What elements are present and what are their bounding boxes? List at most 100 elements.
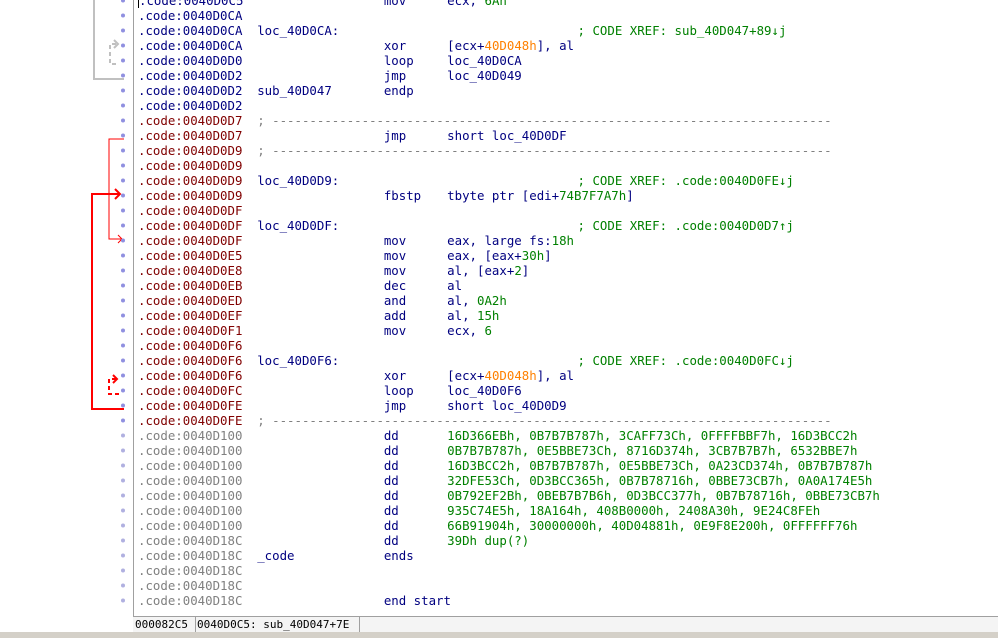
- listing-line[interactable]: .code:0040D0D9 loc_40D0D9: ; CODE XREF: .c…: [138, 173, 998, 188]
- line-address: .code:0040D0F6: [138, 338, 243, 353]
- instruction-operands[interactable]: 935C74E5h, 18A164h, 408B0000h, 2408A30h,…: [447, 503, 820, 518]
- code-label[interactable]: loc_40D0DF:: [257, 218, 339, 233]
- listing-line[interactable]: .code:0040D18C: [138, 578, 998, 593]
- instruction-operands[interactable]: 16D3BCC2h, 0B7B7B787h, 0E5BBE73Ch, 0A23C…: [447, 458, 872, 473]
- listing-line[interactable]: .code:0040D0E8 mov al, [eax+2]: [138, 263, 998, 278]
- listing-line[interactable]: .code:0040D0D2 sub_40D047 endp: [138, 83, 998, 98]
- listing-line[interactable]: .code:0040D0F6 xor [ecx+40D048h], al: [138, 368, 998, 383]
- instruction-operands[interactable]: short loc_40D0DF: [447, 128, 566, 143]
- numeric-operand: 935C74E5h, 18A164h, 408B0000h, 2408A30h,…: [447, 503, 821, 518]
- listing-line[interactable]: .code:0040D0ED and al, 0A2h: [138, 293, 998, 308]
- instruction-operands[interactable]: tbyte ptr [edi+74B7F7A7h]: [447, 188, 634, 203]
- instruction-operands[interactable]: 16D366EBh, 0B7B7B787h, 3CAFF73Ch, 0FFFFB…: [447, 428, 857, 443]
- instruction-operands[interactable]: eax, large fs:18h: [447, 233, 574, 248]
- listing-line[interactable]: .code:0040D0FE ; ------------------------…: [138, 413, 998, 428]
- listing-line[interactable]: .code:0040D0D0 loop loc_40D0CA: [138, 53, 998, 68]
- instruction-operands[interactable]: loc_40D049: [447, 68, 522, 83]
- instruction-mnemonic: endp: [383, 83, 414, 98]
- listing-line[interactable]: .code:0040D0F6: [138, 338, 998, 353]
- disassembly-listing[interactable]: .code:0040D0C5 mov ecx, 6Ah .code:0040D0CA.…: [133, 0, 998, 616]
- listing-line[interactable]: .code:0040D0E5 mov eax, [eax+30h]: [138, 248, 998, 263]
- operand-text: ]: [626, 188, 634, 203]
- instruction-operands[interactable]: al, 15h: [447, 308, 499, 323]
- bottom-scroll-strip: [0, 632, 998, 638]
- listing-line[interactable]: .code:0040D18C: [138, 563, 998, 578]
- listing-line[interactable]: .code:0040D0EB dec al: [138, 278, 998, 293]
- line-dot: [121, 0, 125, 3]
- line-dot: [121, 568, 125, 573]
- listing-line[interactable]: .code:0040D0D9: [138, 158, 998, 173]
- instruction-operands[interactable]: 66B91904h, 30000000h, 40D04881h, 0E9F8E2…: [447, 518, 857, 533]
- instruction-mnemonic: mov: [383, 248, 407, 263]
- status-file-offset: 000082C5: [133, 617, 196, 633]
- xref-comment[interactable]: ; CODE XREF: .code:0040D0FE↓j: [578, 173, 794, 188]
- instruction-operands[interactable]: al, [eax+2]: [447, 263, 529, 278]
- instruction-operands[interactable]: 0B792EF2Bh, 0BEB7B7B6h, 0D3BCC377h, 0B7B…: [447, 488, 880, 503]
- listing-line[interactable]: .code:0040D0DF: [138, 203, 998, 218]
- listing-line[interactable]: .code:0040D0D9 ; ------------------------…: [138, 143, 998, 158]
- instruction-operands[interactable]: [ecx+40D048h], al: [447, 368, 574, 383]
- numeric-operand: 18h: [551, 233, 574, 248]
- listing-line[interactable]: .code:0040D0F1 mov ecx, 6: [138, 323, 998, 338]
- listing-line[interactable]: .code:0040D18C dd 39Dh dup(?): [138, 533, 998, 548]
- listing-line[interactable]: .code:0040D0D7 jmp short loc_40D0DF: [138, 128, 998, 143]
- line-dot: [121, 388, 125, 393]
- listing-line[interactable]: .code:0040D0FC loop loc_40D0F6: [138, 383, 998, 398]
- listing-line[interactable]: .code:0040D18C _code ends: [138, 548, 998, 563]
- listing-line[interactable]: .code:0040D0C5 mov ecx, 6Ah: [138, 0, 998, 8]
- instruction-mnemonic: dd: [383, 518, 399, 533]
- listing-line[interactable]: .code:0040D0DF mov eax, large fs:18h: [138, 233, 998, 248]
- code-label[interactable]: loc_40D0CA:: [257, 23, 339, 38]
- numeric-operand: 74B7F7A7h: [559, 188, 627, 203]
- listing-line[interactable]: .code:0040D0D2 jmp loc_40D049: [138, 68, 998, 83]
- line-dot: [121, 13, 125, 18]
- xref-comment[interactable]: ; CODE XREF: sub_40D047+89↓j: [578, 23, 787, 38]
- line-address: .code:0040D18C: [138, 548, 243, 563]
- code-label[interactable]: loc_40D0F6:: [257, 353, 339, 368]
- listing-line[interactable]: .code:0040D100 dd 16D3BCC2h, 0B7B7B787h, 0…: [138, 458, 998, 473]
- xref-comment[interactable]: ; CODE XREF: .code:0040D0D7↑j: [578, 218, 794, 233]
- operand-text: short loc_40D0D9: [447, 398, 567, 413]
- listing-line[interactable]: .code:0040D100 dd 16D366EBh, 0B7B7B787h, 3…: [138, 428, 998, 443]
- listing-line[interactable]: .code:0040D0EF add al, 15h: [138, 308, 998, 323]
- arrow-gutter: [0, 0, 133, 632]
- instruction-operands[interactable]: ecx, 6: [447, 323, 492, 338]
- line-dot: [121, 283, 125, 288]
- listing-line[interactable]: .code:0040D0D7 ; ------------------------…: [138, 113, 998, 128]
- instruction-operands[interactable]: eax, [eax+30h]: [447, 248, 551, 263]
- code-label[interactable]: _code: [257, 548, 294, 563]
- instruction-operands[interactable]: 39Dh dup(?): [447, 533, 529, 548]
- operand-text: ], al: [536, 38, 575, 53]
- line-dot: [121, 343, 125, 348]
- listing-line[interactable]: .code:0040D0CA loc_40D0CA: ; CODE XREF: su…: [138, 23, 998, 38]
- listing-line[interactable]: .code:0040D100 dd 935C74E5h, 18A164h, 408B…: [138, 503, 998, 518]
- line-address: .code:0040D0D2: [138, 68, 243, 83]
- code-label[interactable]: sub_40D047: [257, 83, 332, 98]
- instruction-operands[interactable]: [ecx+40D048h], al: [447, 38, 574, 53]
- listing-line[interactable]: .code:0040D0D2: [138, 98, 998, 113]
- listing-line[interactable]: .code:0040D0F6 loc_40D0F6: ; CODE XREF: .c…: [138, 353, 998, 368]
- listing-line[interactable]: .code:0040D0FE jmp short loc_40D0D9: [138, 398, 998, 413]
- instruction-operands[interactable]: loc_40D0CA: [447, 53, 522, 68]
- listing-line[interactable]: .code:0040D0D9 fbstp tbyte ptr [edi+74B7F7…: [138, 188, 998, 203]
- listing-line[interactable]: .code:0040D100 dd 66B91904h, 30000000h, 40…: [138, 518, 998, 533]
- code-label[interactable]: loc_40D0D9:: [257, 173, 339, 188]
- instruction-operands[interactable]: 0B7B7B787h, 0E5BBE73Ch, 8716D374h, 3CB7B…: [447, 443, 857, 458]
- line-dot: [121, 133, 125, 138]
- listing-line[interactable]: .code:0040D0DF loc_40D0DF: ; CODE XREF: .c…: [138, 218, 998, 233]
- listing-line[interactable]: .code:0040D100 dd 0B792EF2Bh, 0BEB7B7B6h, …: [138, 488, 998, 503]
- line-address: .code:0040D18C: [138, 593, 243, 608]
- xref-comment[interactable]: ; CODE XREF: .code:0040D0FC↓j: [578, 353, 794, 368]
- listing-line[interactable]: .code:0040D100 dd 0B7B7B787h, 0E5BBE73Ch, …: [138, 443, 998, 458]
- instruction-operands[interactable]: loc_40D0F6: [447, 383, 522, 398]
- listing-line[interactable]: .code:0040D0CA xor [ecx+40D048h], al: [138, 38, 998, 53]
- instruction-operands[interactable]: al, 0A2h: [447, 293, 507, 308]
- instruction-operands[interactable]: short loc_40D0D9: [447, 398, 566, 413]
- instruction-operands[interactable]: al: [447, 278, 462, 293]
- listing-line[interactable]: .code:0040D18C end start: [138, 593, 998, 608]
- line-address: .code:0040D0CA: [138, 8, 243, 23]
- instruction-operands[interactable]: 32DFE53Ch, 0D3BCC365h, 0B7B78716h, 0BBE7…: [447, 473, 872, 488]
- listing-line[interactable]: .code:0040D100 dd 32DFE53Ch, 0D3BCC365h, 0…: [138, 473, 998, 488]
- instruction-operands[interactable]: ecx, 6Ah: [447, 0, 507, 8]
- listing-line[interactable]: .code:0040D0CA: [138, 8, 998, 23]
